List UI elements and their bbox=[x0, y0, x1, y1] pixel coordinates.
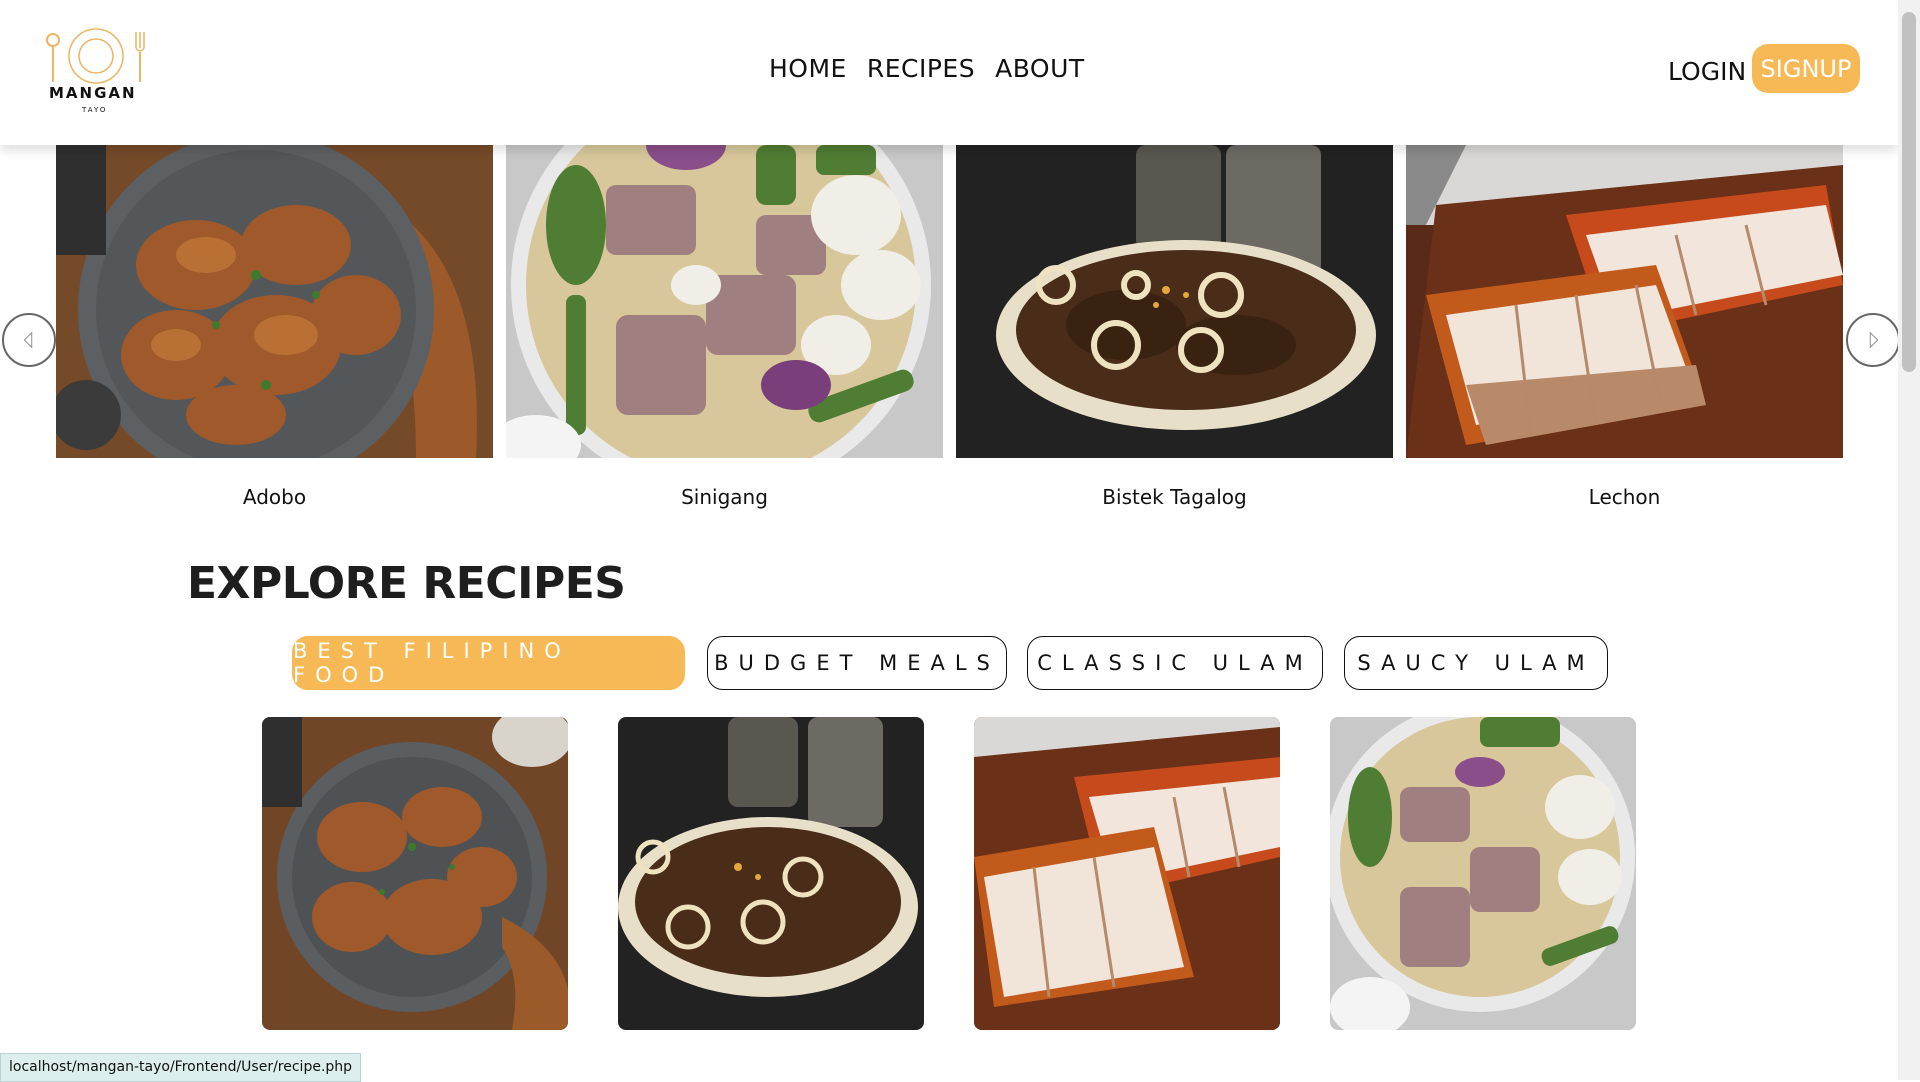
adobo-photo bbox=[56, 145, 493, 458]
bistek-photo bbox=[618, 717, 924, 1030]
login-link[interactable]: LOGIN bbox=[1668, 57, 1746, 86]
brand-subname: TAYO bbox=[82, 106, 108, 114]
carousel-slide-bistek[interactable] bbox=[956, 145, 1393, 458]
carousel-caption: Lechon bbox=[1588, 485, 1661, 509]
carousel-caption: Sinigang bbox=[681, 485, 768, 509]
page-scrollbar[interactable] bbox=[1898, 0, 1920, 1080]
signup-button[interactable]: SIGNUP bbox=[1752, 44, 1860, 93]
sinigang-photo bbox=[506, 145, 943, 458]
carousel-caption: Bistek Tagalog bbox=[1102, 485, 1247, 509]
carousel-prev-button[interactable] bbox=[2, 313, 56, 367]
chevron-left-icon bbox=[23, 331, 33, 349]
tab-best-filipino-food[interactable]: BEST FILIPINO FOOD bbox=[292, 636, 685, 690]
site-header: MANGAN TAYO HOME RECIPES ABOUT LOGIN SIG… bbox=[0, 0, 1898, 145]
chevron-right-icon bbox=[1869, 331, 1879, 349]
carousel-caption: Adobo bbox=[242, 485, 307, 509]
recipe-card-lechon[interactable] bbox=[974, 717, 1280, 1030]
carousel-slide-adobo[interactable] bbox=[56, 145, 493, 458]
brand-name: MANGAN bbox=[49, 84, 137, 102]
nav-recipes[interactable]: RECIPES bbox=[867, 54, 975, 83]
main-nav: HOME RECIPES ABOUT bbox=[769, 54, 1085, 83]
carousel-slide-lechon[interactable] bbox=[1406, 145, 1843, 458]
tab-saucy-ulam[interactable]: SAUCY ULAM bbox=[1344, 636, 1608, 690]
scrollbar-thumb[interactable] bbox=[1902, 12, 1916, 372]
lechon-photo bbox=[974, 717, 1280, 1030]
carousel-slide-sinigang[interactable] bbox=[506, 145, 943, 458]
lechon-photo bbox=[1406, 145, 1843, 458]
explore-title: EXPLORE RECIPES bbox=[187, 558, 626, 609]
tab-budget-meals[interactable]: BUDGET MEALS bbox=[707, 636, 1007, 690]
brand-logo[interactable] bbox=[40, 28, 160, 118]
browser-status-url: localhost/mangan-tayo/Frontend/User/reci… bbox=[0, 1053, 362, 1082]
sinigang-photo bbox=[1330, 717, 1636, 1030]
nav-about[interactable]: ABOUT bbox=[995, 54, 1085, 83]
tab-classic-ulam[interactable]: CLASSIC ULAM bbox=[1027, 636, 1323, 690]
nav-home[interactable]: HOME bbox=[769, 54, 847, 83]
plate-utensils-icon bbox=[46, 28, 145, 84]
recipe-card-bistek[interactable] bbox=[618, 717, 924, 1030]
adobo-photo bbox=[262, 717, 568, 1030]
bistek-photo bbox=[956, 145, 1393, 458]
carousel-next-button[interactable] bbox=[1846, 313, 1900, 367]
recipe-card-adobo[interactable] bbox=[262, 717, 568, 1030]
recipe-card-sinigang[interactable] bbox=[1330, 717, 1636, 1030]
recipe-carousel: Adobo Sinigang Bistek Tagalog Lechon bbox=[56, 145, 1844, 525]
